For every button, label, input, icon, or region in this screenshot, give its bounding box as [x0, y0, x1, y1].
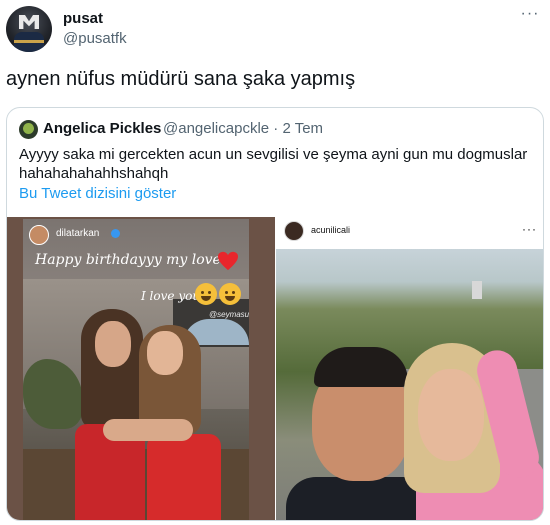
quoted-tweet-text: Ayyyy saka mi gercekten acun un sevgilis… — [19, 146, 528, 182]
verified-badge-icon — [111, 229, 120, 238]
author-name[interactable]: pusat — [63, 10, 103, 27]
selfie-photo — [276, 249, 543, 520]
show-thread-link[interactable]: Bu Tweet dizisini göster — [19, 185, 176, 202]
media-image-left[interactable]: dilatarkan Happy birthdayyy my love I lo… — [7, 217, 275, 520]
quoted-author-handle[interactable]: @angelicapckle · 2 Tem — [163, 120, 323, 137]
story-avatar — [29, 225, 49, 245]
post-username: acunilicali — [311, 225, 351, 235]
post-avatar — [284, 221, 304, 241]
story-username: dilatarkan — [56, 228, 100, 239]
heart-icon — [218, 251, 238, 271]
hugging-face-emoji-icon — [219, 283, 241, 305]
instagram-story: dilatarkan Happy birthdayyy my love I lo… — [23, 219, 249, 520]
quoted-author-avatar[interactable] — [19, 120, 38, 139]
story-caption-birthday: Happy birthdayyy my love — [35, 252, 221, 268]
author-handle[interactable]: @pusatfk — [63, 30, 127, 47]
media-image-right[interactable]: acunilicali ··· — [276, 217, 543, 520]
story-caption-love: I love you — [141, 289, 201, 303]
author-avatar[interactable] — [6, 6, 52, 52]
post-more-icon: ··· — [522, 222, 537, 236]
smiling-hearts-emoji-icon — [195, 283, 217, 305]
tweet-header: pusat @pusatfk ··· — [6, 6, 544, 54]
quoted-author-name[interactable]: Angelica Pickles — [43, 120, 161, 137]
tweet-text: aynen nüfus müdürü sana şaka yapmış — [6, 68, 356, 90]
more-options-icon[interactable]: ··· — [520, 6, 540, 24]
story-mention-tag: @seymasubasi — [209, 310, 249, 319]
quoted-tweet[interactable]: Angelica Pickles @angelicapckle · 2 Tem … — [6, 107, 544, 521]
